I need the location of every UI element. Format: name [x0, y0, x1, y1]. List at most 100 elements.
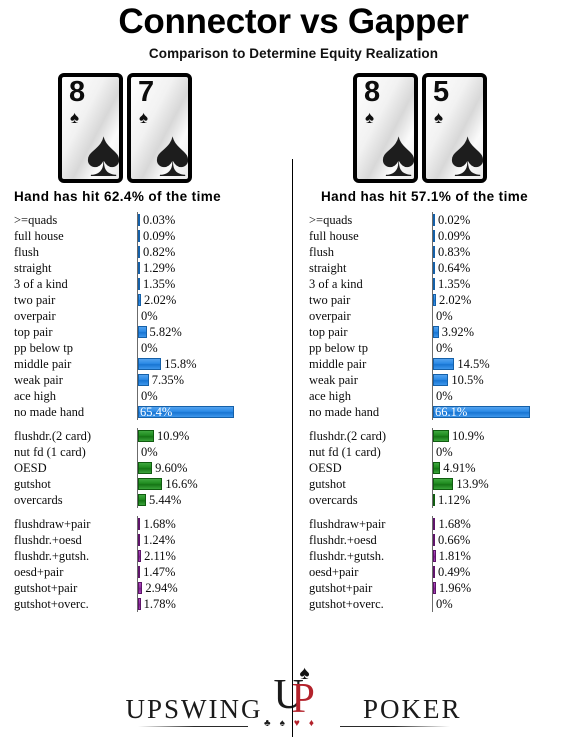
stat-section-combo-draws: flushdraw+pair 1.68% flushdr.+oesd 1.24% flu…	[14, 515, 293, 612]
stat-value: 1.47%	[143, 564, 176, 579]
stat-value: 0.09%	[438, 228, 471, 243]
stat-value: 0%	[436, 308, 453, 323]
stat-label: gutshot+pair	[309, 580, 373, 595]
table-row: oesd+pair 1.47%	[14, 563, 293, 580]
panel-connector: 8 ♠ ♠ 7 ♠ ♠ Hand has hit 62.4% of the time >=qu…	[0, 72, 293, 612]
table-row: middle pair 15.8%	[14, 355, 293, 372]
stat-value: 0%	[141, 444, 158, 459]
table-row: >=quads 0.03%	[14, 211, 293, 228]
stat-value: 1.78%	[143, 596, 176, 611]
spade-icon: ♠	[139, 107, 149, 127]
bar-zone: 15.8%	[137, 355, 293, 372]
stat-label: ace high	[14, 388, 56, 403]
stat-label: gutshot+overc.	[14, 596, 89, 611]
stat-table: >=quads 0.03% full house 0.09% flush 0.82% str…	[14, 211, 293, 612]
stat-label: flush	[309, 244, 334, 259]
card-rank: 5	[433, 75, 450, 108]
stat-section-made-hands: >=quads 0.02% full house 0.09% flush 0.83% str…	[309, 211, 586, 420]
card-rank: 8	[69, 75, 86, 108]
table-row: 3 of a kind 1.35%	[309, 275, 586, 292]
stat-bar	[433, 357, 455, 370]
stat-label: nut fd (1 card)	[14, 444, 86, 459]
stat-label: middle pair	[309, 356, 367, 371]
bar-zone: 0%	[137, 443, 293, 460]
stat-label: 3 of a kind	[309, 276, 363, 291]
stat-value: 10.5%	[451, 372, 484, 387]
footer-logo: UPSWING U P ♠ POKER ♣♠♥♦	[0, 664, 587, 742]
stat-label: no made hand	[14, 404, 85, 419]
stat-section-made-hands: >=quads 0.03% full house 0.09% flush 0.82% str…	[14, 211, 293, 420]
table-row: flushdr.+gutsh. 1.81%	[309, 547, 586, 564]
stat-section-draws: flushdr.(2 card) 10.9% nut fd (1 card) 0% OE…	[309, 427, 586, 508]
bar-zone: 0.03%	[137, 211, 293, 228]
stat-label: OESD	[309, 460, 342, 475]
table-row: overpair 0%	[309, 307, 586, 324]
page-title: Connector vs Gapper	[118, 2, 469, 41]
stat-label: flush	[14, 244, 39, 259]
table-row: weak pair 10.5%	[309, 371, 586, 388]
bar-zone: 5.44%	[137, 491, 293, 508]
table-row: nut fd (1 card) 0%	[309, 443, 586, 460]
stat-label: OESD	[14, 460, 47, 475]
bar-zone: 2.94%	[137, 579, 293, 596]
bar-zone: 0%	[137, 339, 293, 356]
bar-zone: 0%	[137, 307, 293, 324]
stat-label: >=quads	[309, 212, 353, 227]
table-row: OESD 4.91%	[309, 459, 586, 476]
bar-zone: 14.5%	[432, 355, 586, 372]
table-row: overcards 1.12%	[309, 491, 586, 508]
spade-icon: ♠	[299, 663, 310, 684]
table-row: flush 0.82%	[14, 243, 293, 260]
spade-icon-large: ♠	[154, 117, 190, 183]
stat-bar	[433, 429, 450, 442]
card-rank: 8	[364, 75, 381, 108]
table-row: flushdraw+pair 1.68%	[14, 515, 293, 532]
stat-label: flushdraw+pair	[14, 516, 91, 531]
stat-value: 0.82%	[143, 244, 176, 259]
stat-value: 2.11%	[144, 548, 176, 563]
stat-label: >=quads	[14, 212, 58, 227]
table-row: OESD 9.60%	[14, 459, 293, 476]
table-row: nut fd (1 card) 0%	[14, 443, 293, 460]
stat-bar	[138, 493, 146, 506]
hole-cards: 8 ♠ ♠ 7 ♠ ♠	[58, 72, 293, 183]
stat-value: 3.92%	[441, 324, 475, 339]
stat-value: 10.9%	[452, 428, 485, 443]
spade-icon-large: ♠	[380, 117, 416, 183]
bar-zone: 0.02%	[432, 211, 586, 228]
bar-zone: 0.64%	[432, 259, 586, 276]
table-row: straight 0.64%	[309, 259, 586, 276]
page-header: Connector vs Gapper Comparison to Determ…	[0, 0, 587, 61]
stat-bar	[138, 461, 153, 474]
stat-value: 0.83%	[438, 244, 471, 259]
stat-value: 0.02%	[438, 212, 471, 227]
bar-zone: 1.12%	[432, 491, 586, 508]
table-row: flushdraw+pair 1.68%	[309, 515, 586, 532]
bar-zone: 1.68%	[137, 515, 293, 532]
stat-value: 16.6%	[165, 476, 198, 491]
suit-glyph-0: ♣	[264, 718, 280, 729]
bar-zone: 2.02%	[137, 291, 293, 308]
table-row: two pair 2.02%	[309, 291, 586, 308]
bar-zone: 5.82%	[137, 323, 293, 340]
table-row: gutshot+pair 1.96%	[309, 579, 586, 596]
bar-zone: 10.9%	[137, 427, 293, 444]
stat-value: 10.9%	[157, 428, 190, 443]
spade-icon: ♠	[70, 107, 80, 127]
stat-label: full house	[14, 228, 64, 243]
stat-value: 14.5%	[457, 356, 490, 371]
stat-label: pp below tp	[309, 340, 369, 355]
stat-value: 0%	[141, 340, 158, 355]
bar-zone: 0.09%	[432, 227, 586, 244]
stat-value: 0%	[436, 444, 453, 459]
logo-suit-row: ♣♠♥♦	[247, 718, 340, 729]
panel-gapper: 8 ♠ ♠ 5 ♠ ♠ Hand has hit 57.1% of the time >=qu…	[293, 72, 586, 612]
stat-value: 5.82%	[149, 324, 182, 339]
stat-label: ace high	[309, 388, 351, 403]
stat-bar	[138, 357, 162, 370]
spade-icon-large: ♠	[85, 117, 121, 183]
stat-value: 5.44%	[148, 492, 182, 507]
bar-zone: 1.78%	[137, 595, 293, 612]
stat-value: 0.49%	[438, 564, 471, 579]
stat-label: flushdraw+pair	[309, 516, 386, 531]
